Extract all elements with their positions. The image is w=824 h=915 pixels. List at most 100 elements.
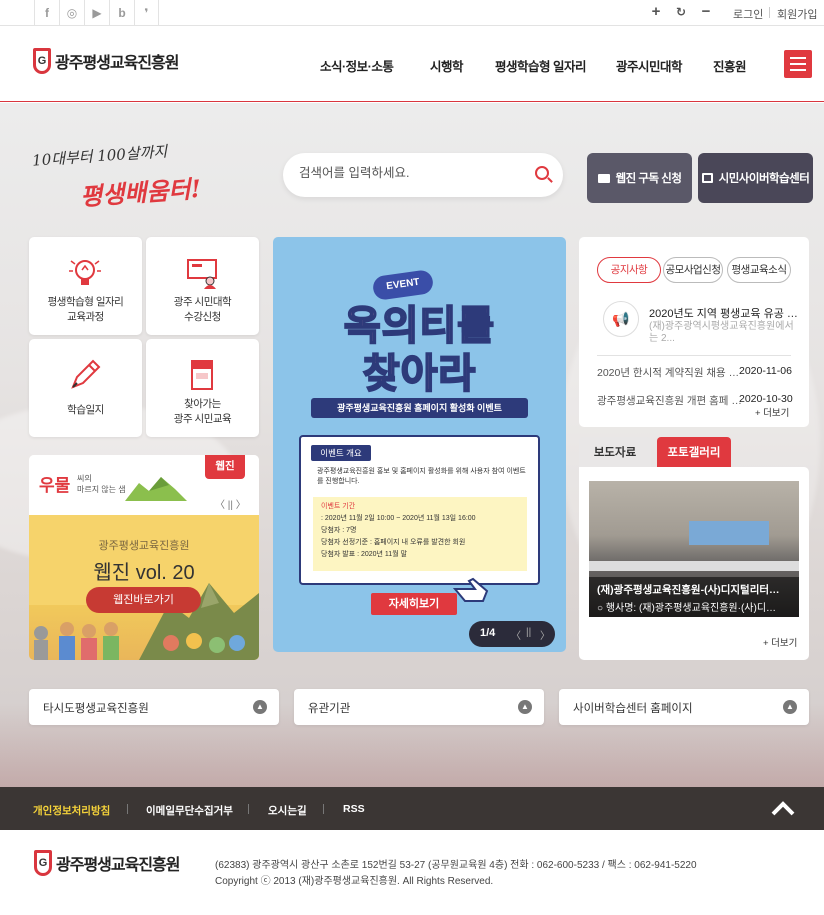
select-cyber-center[interactable]: 사이버학습센터 홈페이지 ▲: [559, 689, 809, 725]
event-details: 이벤트 기간 : 2020년 11월 2일 10:00 ~ 2020년 11월 …: [313, 497, 527, 571]
select-label: 유관기관: [308, 703, 351, 715]
footer-bar: 개인정보처리방침 이메일무단수집거부 오시는길 RSS: [0, 787, 824, 830]
webzine-title: 웹진 vol. 20: [93, 562, 195, 584]
notice-row-title[interactable]: 2020년 한시적 계약직원 채용 …: [597, 365, 739, 380]
tile-job-course[interactable]: 평생학습형 일자리 교육과정: [29, 237, 142, 335]
gallery-photo[interactable]: (재)광주평생교육진흥원-(사)디지털리터… ○ 행사명: (재)광주평생교육진…: [589, 481, 799, 617]
select-label: 사이버학습센터 홈페이지: [573, 703, 693, 715]
event-desc: 광주평생교육진흥원 홍보 및 홈페이지 활성화를 위해 사용자 참여 이벤트를 …: [317, 468, 526, 485]
banner-in-photo: [689, 521, 769, 545]
webzine-pager[interactable]: 〈 || 〉: [215, 496, 246, 511]
rss-link[interactable]: RSS: [343, 803, 365, 815]
chevron-down-icon: ▲: [253, 700, 267, 714]
privacy-policy-link[interactable]: 개인정보처리방침: [33, 803, 110, 818]
nav-jobs[interactable]: 평생학습형 일자리: [495, 56, 586, 75]
tile-visiting-education[interactable]: 찾아가는 광주 시민교육: [146, 339, 259, 437]
nav-institute[interactable]: 진흥원: [713, 56, 747, 75]
divider: [323, 804, 324, 814]
webzine-go-button[interactable]: 웹진바로가기: [86, 587, 201, 613]
notice-featured-title[interactable]: 2020년도 지역 평생교육 유공 …: [649, 305, 799, 321]
event-counter: 1/4: [480, 627, 496, 639]
presentation-icon: [187, 259, 217, 289]
gallery-panel: 보도자료 포토갤러리 (재)광주평생교육진흥원-(사)디지털리터… ○ 행사명:…: [579, 437, 809, 660]
join-link[interactable]: 회원가입: [777, 6, 817, 22]
webzine-brand-sub: 씨의 마르지 않는 샘: [77, 474, 126, 494]
event-subtitle: 광주평생교육진흥원 홈페이지 활성화 이벤트: [311, 398, 528, 418]
chevron-down-icon: ▲: [783, 700, 797, 714]
event-box: 이벤트 개요 광주평생교육진흥원 홍보 및 홈페이지 활성화를 위해 사용자 참…: [299, 435, 540, 585]
divider: [248, 804, 249, 814]
event-banner[interactable]: EVENT 옥의티를 찾아라 광주평생교육진흥원 홈페이지 활성화 이벤트 이벤…: [273, 237, 566, 652]
tile-label: 광주 시민대학 수강신청: [173, 296, 232, 323]
mail-icon: [597, 173, 610, 183]
scroll-top-icon[interactable]: [770, 799, 796, 817]
cyber-learning-label: 시민사이버학습센터: [718, 173, 810, 185]
story-icon[interactable]: ❜: [134, 0, 159, 26]
logo[interactable]: G 광주평생교육진흥원: [33, 48, 179, 74]
notice-panel: 공지사항 공모사업신청 평생교육소식 📢 2020년도 지역 평생교육 유공 ……: [579, 237, 809, 427]
event-next-button[interactable]: 〉: [540, 627, 550, 642]
footer-address: (62383) 광주광역시 광산구 소촌로 152번길 53-27 (공무원교육…: [215, 860, 697, 871]
footer-copyright: Copyright ⓒ 2013 (재)광주평생교육진흥원. All Right…: [215, 876, 494, 887]
divider: [769, 7, 770, 18]
monitor-icon: [701, 173, 713, 183]
notice-more-link[interactable]: + 더보기: [755, 405, 789, 419]
search-input[interactable]: [299, 166, 519, 180]
header: G 광주평생교육진흥원 소식·정보·소통 시행학 평생학습형 일자리 광주시민대…: [0, 26, 824, 102]
footer-logo-text: 광주평생교육진흥원: [56, 857, 180, 874]
tile-citizen-college[interactable]: 광주 시민대학 수강신청: [146, 237, 259, 335]
event-pager: 1/4 〈 || 〉: [469, 621, 555, 647]
instagram-icon[interactable]: ◎: [59, 0, 84, 26]
tab-education-news[interactable]: 평생교육소식: [727, 257, 791, 283]
chevron-down-icon: ▲: [518, 700, 532, 714]
logo-mark-icon: G: [34, 850, 52, 876]
logo-mark-icon: G: [33, 48, 51, 74]
slogan-line-2: 평생배움터!: [79, 173, 202, 212]
webzine-brand: 우물: [39, 476, 71, 496]
select-other-institutes[interactable]: 타시도평생교육진흥원 ▲: [29, 689, 279, 725]
slogan-line-1: 10대부터 100살까지: [31, 142, 168, 170]
tab-photo-gallery[interactable]: 포토갤러리: [657, 437, 731, 467]
zoom-in-icon[interactable]: +: [649, 4, 663, 19]
event-criteria: 당첨자 선정기준 : 홈페이지 내 오류를 발견한 회원: [321, 539, 466, 546]
youtube-icon[interactable]: ▶: [84, 0, 109, 26]
directions-link[interactable]: 오시는길: [268, 803, 307, 818]
event-detail-button[interactable]: 자세히보기: [371, 593, 457, 615]
webzine-badge: 웹진: [205, 455, 245, 479]
tab-contest[interactable]: 공모사업신청: [663, 257, 723, 283]
menu-button[interactable]: [784, 50, 812, 78]
search-icon[interactable]: [535, 166, 549, 180]
event-pause-button[interactable]: ||: [526, 627, 531, 638]
gallery-more-link[interactable]: + 더보기: [763, 635, 797, 649]
login-link[interactable]: 로그인: [733, 6, 763, 22]
nav-citizen-college[interactable]: 광주시민대학: [616, 56, 683, 75]
facebook-icon[interactable]: f: [34, 0, 59, 26]
gallery-caption-sub: ○ 행사명: (재)광주평생교육진흥원·(사)디…: [597, 603, 777, 614]
event-title-2: 찾아라: [362, 351, 477, 397]
notice-row-title[interactable]: 광주평생교육진흥원 개편 홈페 …: [597, 393, 742, 408]
search-box: [283, 153, 563, 197]
nav-news[interactable]: 소식·정보·소통: [320, 56, 394, 75]
menu-icon: [790, 57, 806, 59]
logo-text: 광주평생교육진흥원: [55, 55, 179, 72]
tile-label: 평생학습형 일자리 교육과정: [47, 296, 124, 323]
webzine-subscribe-button[interactable]: 웹진 구독 신청: [587, 153, 692, 203]
tab-notice[interactable]: 공지사항: [597, 257, 661, 283]
event-announce: 당첨자 발표 : 2020년 11월 말: [321, 551, 408, 558]
nav-project[interactable]: 시행학: [430, 56, 464, 75]
cyber-learning-button[interactable]: 시민사이버학습센터: [698, 153, 813, 203]
webzine-subscribe-label: 웹진 구독 신청: [615, 173, 682, 185]
event-prev-button[interactable]: 〈: [511, 627, 521, 642]
footer: G 광주평생교육진흥원 (62383) 광주광역시 광산구 소촌로 152번길 …: [0, 830, 824, 915]
tile-learning-journal[interactable]: 학습일지: [29, 339, 142, 437]
event-period: : 2020년 11월 2일 10:00 ~ 2020년 11월 13일 16:…: [321, 515, 476, 522]
select-related-orgs[interactable]: 유관기관 ▲: [294, 689, 544, 725]
tab-press[interactable]: 보도자료: [579, 437, 651, 467]
zoom-out-icon[interactable]: −: [699, 4, 713, 19]
blog-icon[interactable]: b: [109, 0, 134, 26]
email-refusal-link[interactable]: 이메일무단수집거부: [146, 803, 233, 818]
gallery-body: (재)광주평생교육진흥원-(사)디지털리터… ○ 행사명: (재)광주평생교육진…: [579, 467, 809, 660]
reset-icon[interactable]: ↻: [674, 5, 688, 19]
tile-label: 학습일지: [67, 404, 104, 416]
lightbulb-icon: [69, 260, 101, 285]
